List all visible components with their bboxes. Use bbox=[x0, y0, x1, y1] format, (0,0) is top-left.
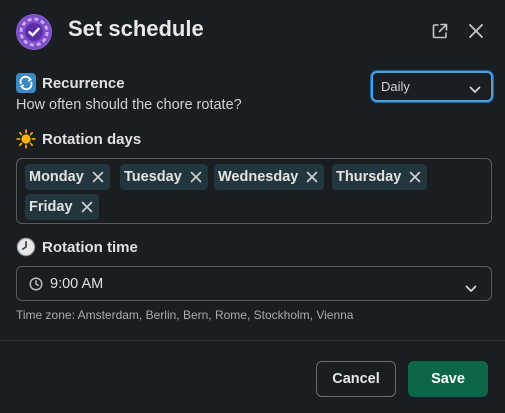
day-chip-label: Tuesday bbox=[124, 169, 182, 185]
remove-chip-icon[interactable] bbox=[81, 201, 93, 213]
day-chip-friday: Friday bbox=[25, 194, 99, 220]
day-chip-label: Monday bbox=[29, 169, 84, 185]
timezone-hint: Time zone: Amsterdam, Berlin, Bern, Rome… bbox=[16, 308, 354, 322]
close-icon[interactable] bbox=[465, 20, 487, 42]
day-chip-label: Wednesday bbox=[218, 169, 299, 185]
sun-icon bbox=[16, 129, 36, 149]
modal-header: Set schedule bbox=[16, 12, 489, 50]
app-logo-icon bbox=[16, 14, 52, 50]
recurrence-label: Recurrence bbox=[16, 73, 125, 93]
recurrence-help-text: How often should the chore rotate? bbox=[16, 97, 242, 113]
clock-emoji-icon bbox=[16, 237, 36, 257]
save-button[interactable]: Save bbox=[408, 361, 488, 397]
chevron-down-icon bbox=[465, 280, 477, 298]
remove-chip-icon[interactable] bbox=[409, 171, 421, 183]
day-chip-monday: Monday bbox=[25, 164, 110, 190]
day-chip-thursday: Thursday bbox=[332, 164, 428, 190]
recurrence-select[interactable]: Daily bbox=[371, 71, 493, 102]
external-link-icon[interactable] bbox=[429, 20, 451, 42]
rotation-time-label: Rotation time bbox=[16, 237, 138, 257]
set-schedule-modal: Set schedule Recurrence How often should… bbox=[0, 0, 505, 413]
remove-chip-icon[interactable] bbox=[190, 171, 202, 183]
day-chip-wednesday: Wednesday bbox=[214, 164, 325, 190]
rotation-days-multiselect[interactable]: Monday Tuesday Wednesday Thursday Friday bbox=[16, 158, 492, 224]
cancel-button[interactable]: Cancel bbox=[316, 361, 396, 397]
remove-chip-icon[interactable] bbox=[306, 171, 318, 183]
rotation-days-label: Rotation days bbox=[16, 129, 141, 149]
day-chip-label: Friday bbox=[29, 199, 73, 215]
recurrence-select-value: Daily bbox=[381, 79, 410, 94]
remove-chip-icon[interactable] bbox=[92, 171, 104, 183]
day-chip-tuesday: Tuesday bbox=[120, 164, 208, 190]
recurrence-label-text: Recurrence bbox=[42, 74, 125, 92]
clock-icon bbox=[29, 276, 43, 291]
modal-title: Set schedule bbox=[68, 16, 204, 41]
rotation-time-select[interactable]: 9:00 AM bbox=[16, 266, 492, 301]
repeat-arrows-icon bbox=[16, 73, 36, 93]
rotation-time-value: 9:00 AM bbox=[50, 275, 104, 292]
rotation-days-label-text: Rotation days bbox=[42, 130, 142, 148]
chevron-down-icon bbox=[469, 82, 481, 97]
rotation-time-label-text: Rotation time bbox=[42, 238, 138, 256]
day-chip-label: Thursday bbox=[336, 169, 402, 185]
footer-divider bbox=[0, 340, 505, 341]
